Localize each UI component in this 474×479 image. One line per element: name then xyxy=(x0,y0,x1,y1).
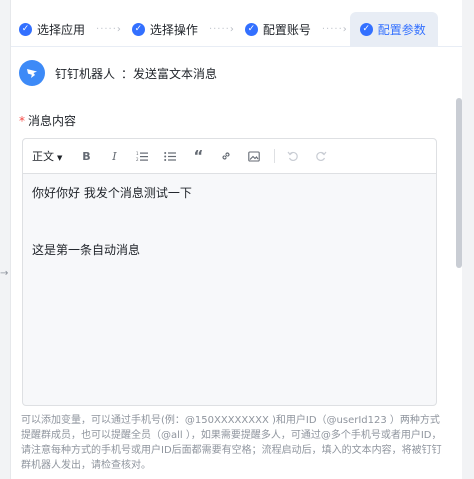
check-circle-icon: ✓ xyxy=(244,22,258,36)
toolbar-divider xyxy=(274,149,276,163)
caret-down-icon: ▼ xyxy=(57,154,63,162)
content-line: 这是第一条自动消息 xyxy=(32,243,141,257)
step-select-app[interactable]: ✓ 选择应用 xyxy=(11,12,93,46)
redo-icon[interactable] xyxy=(311,146,331,166)
step-config-params[interactable]: ✓ 配置参数 xyxy=(349,12,438,46)
required-mark: * xyxy=(19,114,25,128)
heading-select-value: 正文 xyxy=(32,150,54,163)
content-line: 你好你好 我发个消息测试一下 xyxy=(32,186,192,200)
editor-content[interactable]: 你好你好 我发个消息测试一下 这是第一条自动消息 xyxy=(23,174,436,270)
step-label: 配置参数 xyxy=(377,22,426,37)
step-label: 选择应用 xyxy=(37,22,86,37)
rich-text-editor[interactable]: 正文 ▼ B I 1 2 “ 你好你好 我发个消息测试一下 这是第一条自动消息 xyxy=(22,138,437,406)
app-summary: 钉钉机器人 ：发送富文本消息 xyxy=(19,60,217,86)
check-circle-icon: ✓ xyxy=(131,22,145,36)
step-separator: ····· › xyxy=(96,23,121,35)
ordered-list-icon[interactable]: 1 2 xyxy=(132,146,152,166)
heading-select[interactable]: 正文 ▼ xyxy=(32,148,62,164)
step-separator: ····· › xyxy=(321,23,347,35)
check-circle-icon: ✓ xyxy=(359,22,373,36)
app-action: ：发送富文本消息 xyxy=(121,66,218,81)
italic-button[interactable]: I xyxy=(104,146,124,166)
check-circle-icon: ✓ xyxy=(19,22,32,36)
scrollbar-thumb[interactable] xyxy=(456,98,462,268)
bullet-list-icon[interactable] xyxy=(160,146,180,166)
svg-text:2: 2 xyxy=(136,157,139,162)
step-label: 选择操作 xyxy=(149,22,198,37)
editor-toolbar: 正文 ▼ B I 1 2 “ xyxy=(23,139,436,174)
image-icon[interactable] xyxy=(244,146,264,166)
collapse-arrow-icon[interactable]: → xyxy=(0,268,8,279)
step-label: 配置账号 xyxy=(262,22,311,37)
svg-text:1: 1 xyxy=(136,151,139,156)
field-hint: 可以添加变量，可以通过手机号(例：@150XXXXXXXX )和用户ID（@us… xyxy=(21,415,442,471)
step-select-action[interactable]: ✓ 选择操作 xyxy=(124,12,206,46)
quote-button[interactable]: “ xyxy=(188,146,208,166)
field-label-text: 消息内容 xyxy=(28,114,77,128)
step-separator: ····· › xyxy=(208,23,234,35)
dingtalk-logo-icon xyxy=(19,60,45,86)
scrollbar[interactable] xyxy=(456,98,462,479)
field-label: * 消息内容 xyxy=(19,112,76,129)
content-line xyxy=(32,203,427,241)
step-bar: ✓ 选择应用 ····· › ✓ 选择操作 ····· › ✓ 配置账号 ·····… xyxy=(11,12,462,46)
link-icon[interactable] xyxy=(216,146,236,166)
bold-button[interactable]: B xyxy=(76,146,96,166)
app-name: 钉钉机器人 xyxy=(55,66,116,81)
config-panel: ✓ 选择应用 ····· › ✓ 选择操作 ····· › ✓ 配置账号 ·····… xyxy=(10,0,462,479)
step-divider xyxy=(11,46,462,47)
step-config-account[interactable]: ✓ 配置账号 xyxy=(237,12,319,46)
undo-icon[interactable] xyxy=(283,146,303,166)
